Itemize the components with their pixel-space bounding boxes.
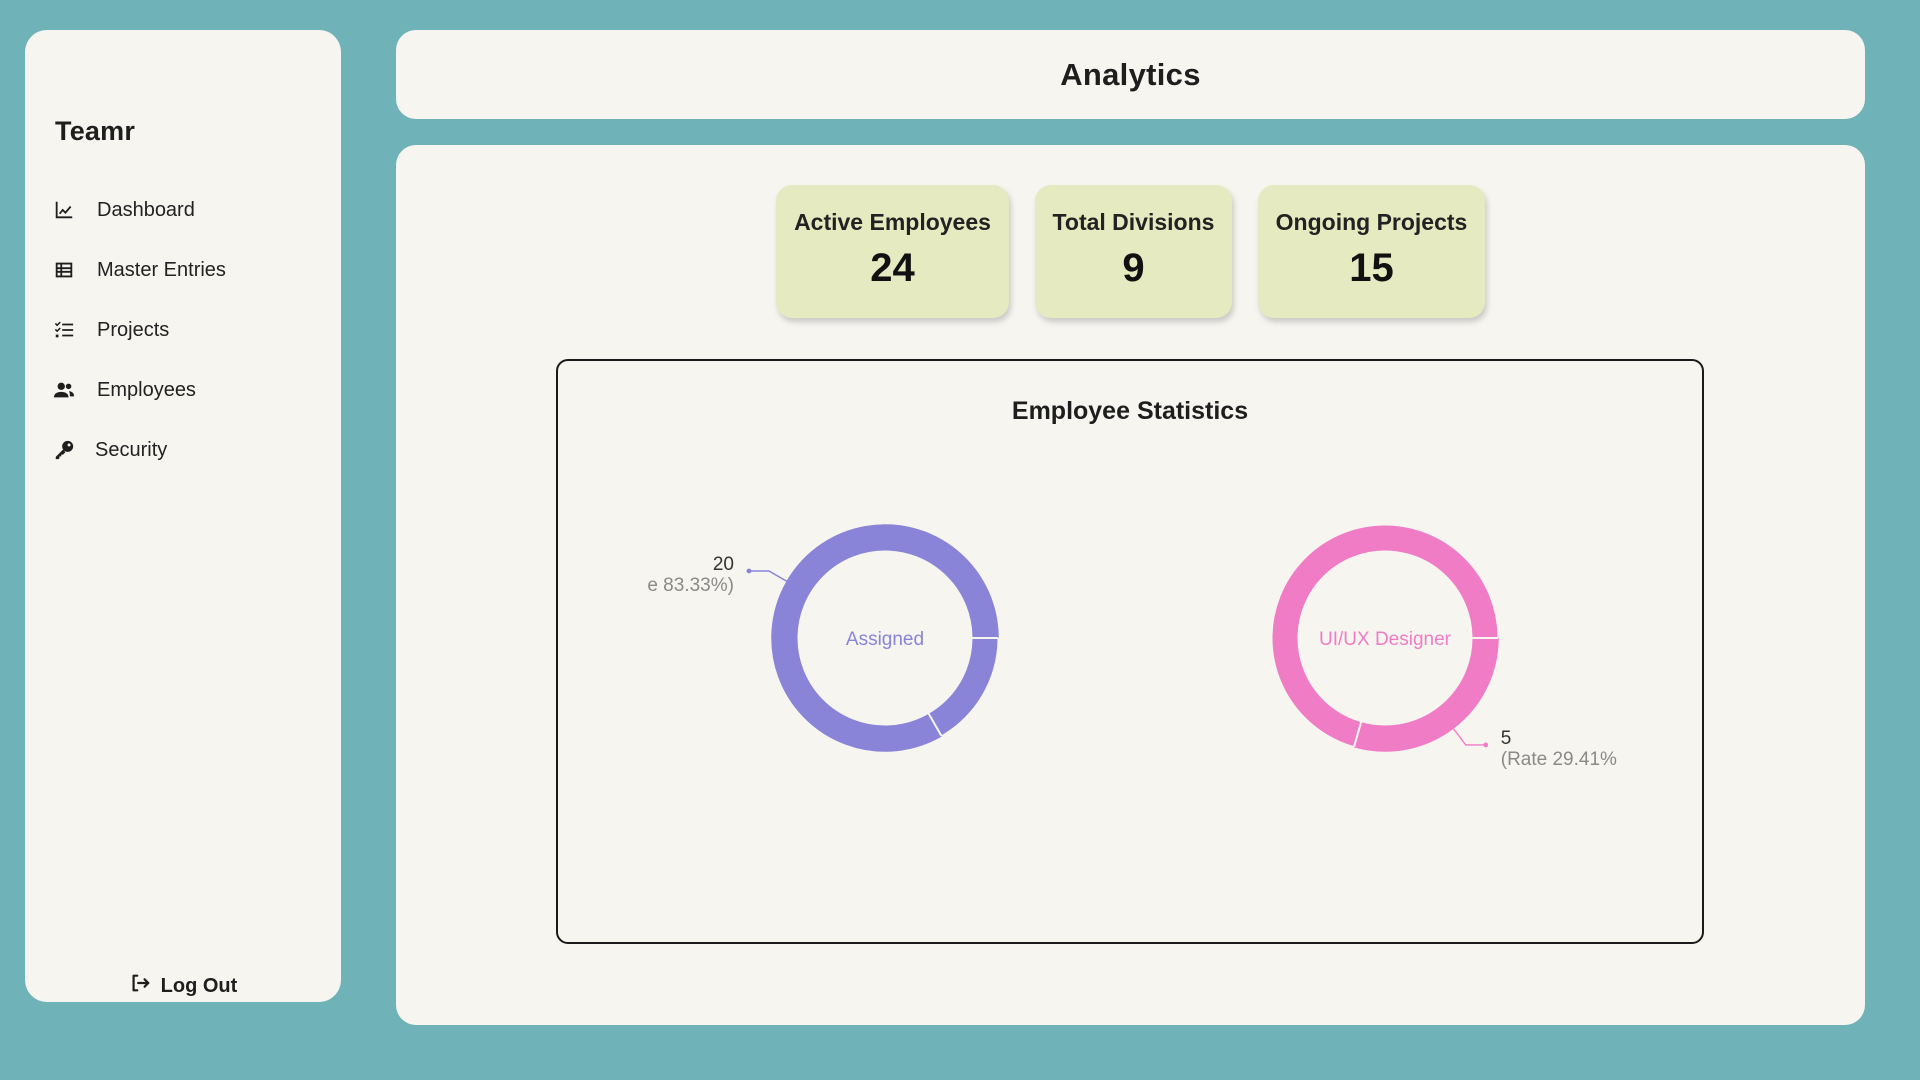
donut-chart-uiux-designer: UI/UX Designer 5 (Rate 29.41% (1272, 525, 1617, 770)
sidebar-item-label: Employees (97, 378, 196, 401)
page-title: Analytics (1060, 56, 1201, 92)
sidebar-item-label: Security (95, 438, 168, 461)
logout-icon (129, 972, 151, 1000)
chart-line-icon (53, 198, 97, 222)
label-leader-line (748, 570, 791, 584)
sidebar-item-label: Projects (97, 318, 170, 341)
donut-center-label: UI/UX Designer (1319, 629, 1452, 650)
logout-label: Log Out (160, 974, 238, 997)
stat-card-total-divisions: Total Divisions 9 (1035, 185, 1232, 318)
sidebar-item-dashboard[interactable]: Dashboard (53, 180, 313, 240)
stat-card-ongoing-projects: Ongoing Projects 15 (1258, 185, 1485, 318)
stat-value: 24 (870, 246, 915, 290)
brand-logo-text: Teamr (55, 116, 136, 146)
slice-value-label: 5 (1501, 728, 1512, 749)
slice-value-label: 20 (713, 554, 734, 575)
sidebar-item-label: Dashboard (97, 198, 195, 221)
employee-statistics-chart: Employee Statistics Assigned 20 e 83.33%… (556, 359, 1704, 944)
donut-charts: Assigned 20 e 83.33%) UI/UX Designer 5 (… (647, 524, 1617, 770)
sidebar-item-master-entries[interactable]: Master Entries (53, 240, 313, 300)
logout-button[interactable]: Log Out (25, 972, 341, 1000)
donut-center-label: Assigned (846, 629, 924, 650)
slice-rate-label: e 83.33%) (647, 575, 734, 596)
page-header: Analytics (396, 30, 1865, 119)
stat-value: 15 (1349, 246, 1394, 290)
stat-value: 9 (1122, 246, 1145, 290)
sidebar-item-label: Master Entries (97, 258, 226, 281)
main-panel: Active Employees 24 Total Divisions 9 On… (396, 145, 1865, 1025)
slice-rate-label: (Rate 29.41% (1501, 749, 1617, 770)
key-icon (53, 438, 95, 462)
table-icon (53, 258, 97, 282)
stat-card-active-employees: Active Employees 24 (776, 185, 1009, 318)
label-leader-line (1450, 725, 1486, 746)
sidebar-item-projects[interactable]: Projects (53, 300, 313, 360)
sidebar-item-security[interactable]: Security (53, 420, 313, 480)
sidebar-nav: Dashboard Master Entries Projects Employ… (53, 180, 313, 480)
label-leader-dot (1483, 742, 1489, 748)
users-icon (53, 378, 97, 402)
sidebar: Teamr Dashboard Master Entries Projects … (25, 30, 341, 1002)
label-leader-dot (746, 568, 752, 574)
stat-label: Ongoing Projects (1275, 209, 1468, 235)
stat-label: Active Employees (794, 209, 991, 235)
stat-label: Total Divisions (1052, 209, 1215, 235)
donut-chart-assigned: Assigned 20 e 83.33%) (647, 524, 999, 752)
list-check-icon (53, 318, 97, 342)
sidebar-item-employees[interactable]: Employees (53, 360, 313, 420)
